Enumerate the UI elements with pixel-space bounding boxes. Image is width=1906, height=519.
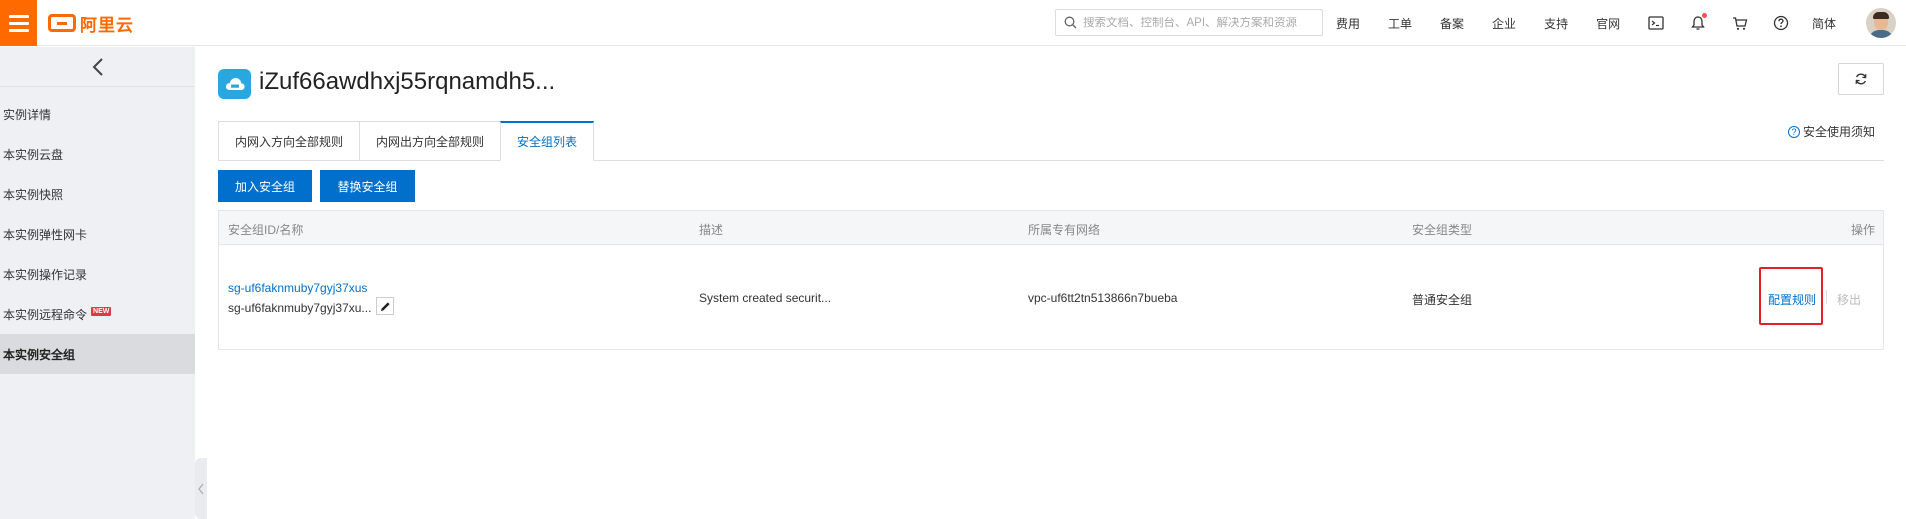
sidebar-item-security-groups[interactable]: 本实例安全组 bbox=[0, 334, 195, 374]
sidebar-item-disks[interactable]: 本实例云盘 bbox=[0, 134, 195, 174]
cart-icon[interactable] bbox=[1730, 13, 1750, 33]
menu-icon[interactable] bbox=[0, 0, 37, 46]
search-input[interactable] bbox=[1083, 16, 1313, 29]
edit-name-button[interactable] bbox=[376, 297, 394, 315]
refresh-icon bbox=[1855, 73, 1867, 85]
sidebar-item-label: 本实例快照 bbox=[3, 187, 64, 202]
replace-security-group-button[interactable]: 替换安全组 bbox=[320, 170, 415, 202]
logo-text: 阿里云 bbox=[80, 15, 134, 35]
nav-billing[interactable]: 费用 bbox=[1336, 15, 1360, 32]
bell-icon[interactable] bbox=[1688, 13, 1708, 33]
tab-outbound-rules[interactable]: 内网出方向全部规则 bbox=[359, 121, 501, 161]
security-group-table: 安全组ID/名称 描述 所属专有网络 安全组类型 操作 sg-uf6faknmu… bbox=[218, 210, 1884, 350]
security-group-vpc: vpc-uf6tt2tn513866n7bueba bbox=[1028, 291, 1178, 305]
sidebar-item-eni[interactable]: 本实例弹性网卡 bbox=[0, 214, 195, 254]
security-group-name: sg-uf6faknmuby7gyj37xu... bbox=[228, 301, 372, 315]
sidebar-collapse-handle[interactable] bbox=[195, 458, 207, 519]
tab-bar: 内网入方向全部规则 内网出方向全部规则 安全组列表 bbox=[218, 121, 595, 161]
security-notice-link[interactable]: ? 安全使用须知 bbox=[1787, 123, 1875, 140]
nav-icp[interactable]: 备案 bbox=[1440, 15, 1464, 32]
action-separator bbox=[1826, 290, 1827, 304]
sidebar-item-label: 实例详情 bbox=[3, 107, 52, 122]
configure-rules-link[interactable]: 配置规则 bbox=[1768, 291, 1816, 308]
chevron-left-icon bbox=[92, 57, 103, 76]
notification-dot bbox=[1702, 13, 1707, 18]
nav-website[interactable]: 官网 bbox=[1596, 15, 1620, 32]
top-nav: 费用 工单 备案 企业 支持 官网 bbox=[1336, 0, 1648, 46]
page-title: iZuf66awdhxj55rqnamdh5... bbox=[259, 68, 556, 95]
question-circle-icon: ? bbox=[1787, 125, 1800, 138]
column-header-description: 描述 bbox=[699, 223, 724, 237]
security-notice-label: 安全使用须知 bbox=[1802, 125, 1875, 139]
search-box[interactable] bbox=[1055, 9, 1323, 36]
column-header-id: 安全组ID/名称 bbox=[228, 223, 304, 237]
nav-enterprise[interactable]: 企业 bbox=[1492, 15, 1516, 32]
avatar[interactable] bbox=[1866, 8, 1896, 38]
sidebar-item-label: 本实例弹性网卡 bbox=[3, 227, 88, 242]
column-header-actions: 操作 bbox=[1850, 223, 1875, 237]
column-header-type: 安全组类型 bbox=[1412, 223, 1473, 237]
add-security-group-button[interactable]: 加入安全组 bbox=[218, 170, 312, 202]
back-button[interactable] bbox=[0, 47, 195, 87]
terminal-icon[interactable] bbox=[1646, 13, 1666, 33]
nav-support[interactable]: 支持 bbox=[1544, 15, 1568, 32]
chevron-left-icon bbox=[198, 483, 204, 494]
remove-link[interactable]: 移出 bbox=[1837, 291, 1861, 308]
nav-tickets[interactable]: 工单 bbox=[1388, 15, 1412, 32]
sidebar-item-label: 本实例云盘 bbox=[3, 147, 64, 162]
logo[interactable]: 阿里云 bbox=[48, 11, 134, 35]
pencil-icon bbox=[380, 301, 390, 311]
security-group-description: System created securit... bbox=[699, 291, 832, 305]
aliyun-logo-icon bbox=[48, 14, 76, 32]
help-icon[interactable] bbox=[1771, 13, 1791, 33]
sidebar-item-instance-details[interactable]: 实例详情 bbox=[0, 94, 195, 134]
sidebar-item-label: 本实例远程命令 bbox=[3, 307, 88, 322]
new-badge: NEW bbox=[91, 306, 112, 316]
sidebar-item-operation-logs[interactable]: 本实例操作记录 bbox=[0, 254, 195, 294]
language-switch[interactable]: 简体 bbox=[1812, 15, 1836, 32]
top-bar: 阿里云 费用 工单 备案 企业 支持 官网 简体 bbox=[0, 0, 1906, 46]
sidebar-item-remote-commands[interactable]: 本实例远程命令 NEW bbox=[0, 294, 195, 334]
sidebar-item-snapshots[interactable]: 本实例快照 bbox=[0, 174, 195, 214]
sidebar-item-label: 本实例安全组 bbox=[3, 347, 76, 362]
instance-cloud-icon bbox=[218, 69, 251, 99]
sidebar: 实例详情 本实例云盘 本实例快照 本实例弹性网卡 本实例操作记录 本实例远程命令… bbox=[0, 47, 195, 519]
tab-security-group-list[interactable]: 安全组列表 bbox=[500, 121, 595, 161]
tab-inbound-rules[interactable]: 内网入方向全部规则 bbox=[218, 121, 360, 161]
security-group-type: 普通安全组 bbox=[1412, 293, 1473, 307]
security-group-id-link[interactable]: sg-uf6faknmuby7gyj37xus bbox=[228, 281, 367, 295]
column-header-vpc: 所属专有网络 bbox=[1028, 223, 1101, 237]
table-header: 安全组ID/名称 描述 所属专有网络 安全组类型 操作 bbox=[219, 211, 1883, 245]
search-icon bbox=[1064, 16, 1077, 29]
sidebar-item-label: 本实例操作记录 bbox=[3, 267, 88, 282]
refresh-button[interactable] bbox=[1838, 63, 1884, 95]
